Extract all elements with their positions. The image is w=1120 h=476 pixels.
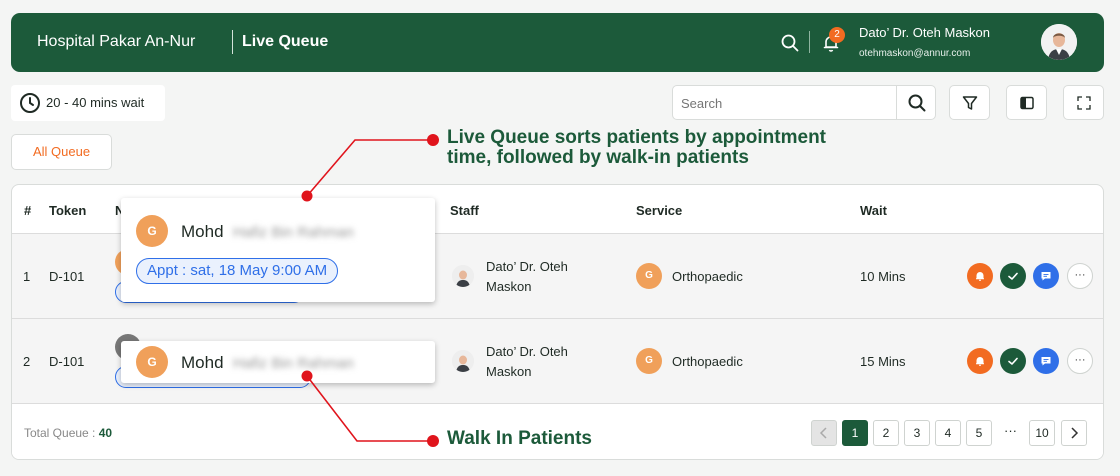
annotation-dot: [427, 134, 439, 146]
annotation-line-bottom: [306, 375, 433, 442]
annotation-walkin-note: Walk In Patients: [447, 428, 592, 449]
annotation-dot: [427, 435, 439, 447]
annotation-line: time, followed by walk-in patients: [447, 147, 749, 168]
annotation-line-top: [306, 139, 433, 197]
annotation-dot: [301, 370, 313, 382]
annotation-dot: [301, 190, 313, 202]
annotation-lines: [301, 134, 439, 447]
annotation-sort-note: Live Queue sorts patients by appointment…: [447, 128, 826, 168]
annotation-line: Live Queue sorts patients by appointment: [447, 127, 827, 148]
